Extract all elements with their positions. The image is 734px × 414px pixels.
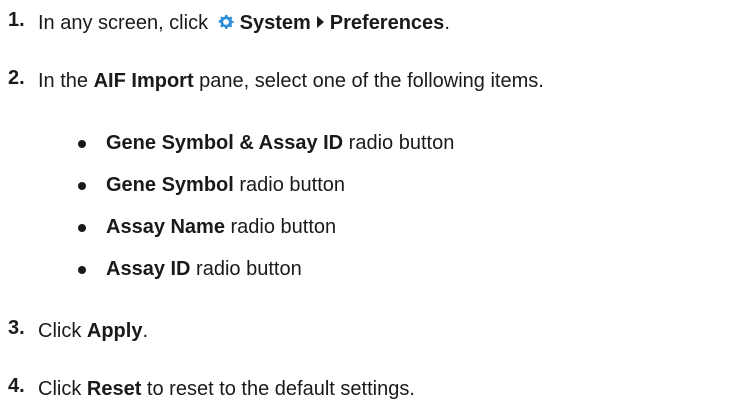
step-text: In any screen, click System Preferences.: [38, 11, 450, 35]
step-1: 1. In any screen, click System Preference…: [0, 8, 734, 48]
step-text: Click Reset to reset to the default sett…: [38, 377, 415, 401]
menu-system: System: [239, 12, 311, 34]
step-suffix: .: [444, 12, 450, 34]
apply-button-label: Apply: [86, 320, 143, 342]
step-prefix: In any screen, click: [38, 12, 214, 34]
option-label: Assay ID: [106, 258, 191, 280]
step-prefix: Click: [38, 378, 87, 400]
step-suffix: .: [142, 320, 149, 342]
list-item: Gene Symbol & Assay ID radio button: [0, 131, 734, 161]
list-item: Assay ID radio button: [0, 257, 734, 287]
pane-name: AIF Import: [93, 70, 194, 92]
step-text: Click Apply.: [38, 319, 148, 343]
option-label: Gene Symbol & Assay ID: [106, 132, 344, 154]
menu-preferences: Preferences: [329, 12, 445, 34]
step-number: 4.: [8, 375, 25, 397]
bullet-icon: [78, 140, 86, 148]
bullet-icon: [78, 266, 86, 274]
step-suffix: pane, select one of the following items.: [193, 70, 544, 92]
option-suffix: radio button: [190, 258, 302, 280]
option-suffix: radio button: [224, 216, 337, 238]
step-2: 2. In the AIF Import pane, select one of…: [0, 66, 734, 106]
step-prefix: Click: [38, 320, 87, 342]
step-number: 1.: [8, 9, 25, 31]
option-text: Assay Name radio button: [106, 215, 336, 239]
step-text: In the AIF Import pane, select one of th…: [38, 69, 544, 93]
option-suffix: radio button: [343, 132, 455, 154]
list-item: Assay Name radio button: [0, 215, 734, 245]
option-text: Assay ID radio button: [106, 257, 302, 281]
step-suffix: to reset to the default settings.: [141, 378, 415, 400]
list-item: Gene Symbol radio button: [0, 173, 734, 203]
reset-button-label: Reset: [86, 378, 142, 400]
option-label: Assay Name: [106, 216, 225, 238]
option-text: Gene Symbol & Assay ID radio button: [106, 131, 454, 155]
option-suffix: radio button: [233, 174, 346, 196]
bullet-icon: [78, 224, 86, 232]
submenu-caret-icon: [316, 16, 324, 28]
option-text: Gene Symbol radio button: [106, 173, 345, 197]
step-number: 3.: [8, 317, 25, 339]
step-3: 3. Click Apply.: [0, 316, 734, 356]
step-4: 4. Click Reset to reset to the default s…: [0, 374, 734, 414]
step-number: 2.: [8, 67, 25, 89]
option-label: Gene Symbol: [106, 174, 234, 196]
gear-icon: [218, 14, 234, 29]
bullet-icon: [78, 182, 86, 190]
step-prefix: In the: [38, 70, 94, 92]
